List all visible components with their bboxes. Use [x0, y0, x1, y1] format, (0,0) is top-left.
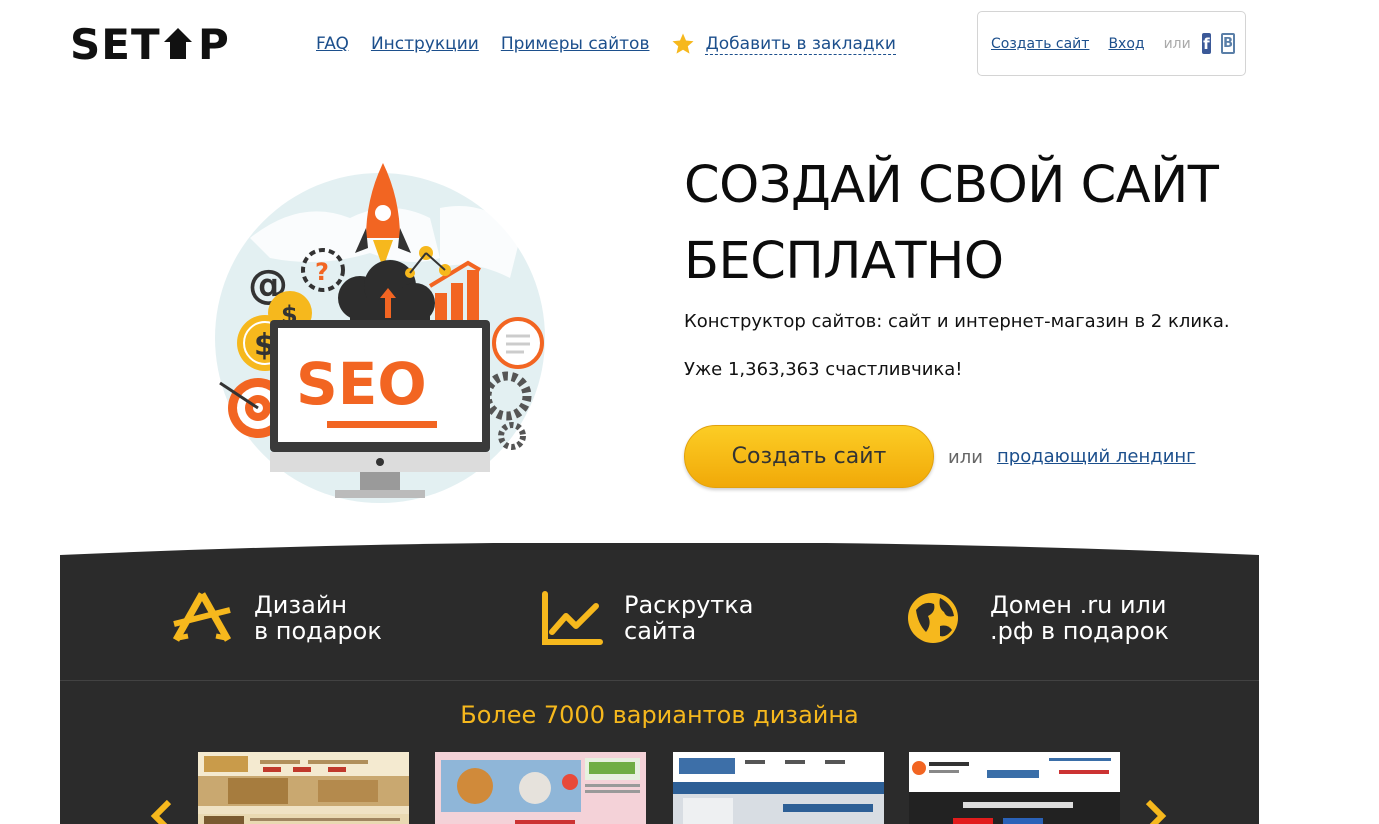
vk-icon[interactable]: B: [1221, 33, 1235, 54]
globe-icon: [908, 593, 958, 643]
design-tools-icon: [172, 592, 232, 642]
header-create-site-link[interactable]: Создать сайт: [991, 36, 1089, 52]
hero-title: СОЗДАЙ СВОЙ САЙТ БЕСПЛАТНО: [684, 148, 1219, 300]
design-thumbnail[interactable]: [673, 752, 884, 824]
hero-subtitle: Конструктор сайтов: сайт и интернет-мага…: [684, 311, 1230, 332]
feature-domain-label: Домен .ru или .рф в подарок: [990, 591, 1169, 645]
design-thumbnail[interactable]: [198, 752, 409, 824]
design-thumbnail[interactable]: [435, 752, 646, 824]
seo-text: SEO: [296, 350, 427, 418]
hero-counter: Уже 1,363,363 счастливчика!: [684, 359, 963, 380]
auth-or-label: или: [1163, 35, 1191, 52]
nav-faq[interactable]: FAQ: [316, 34, 349, 54]
create-site-button[interactable]: Создать сайт: [684, 425, 934, 488]
nav-examples[interactable]: Примеры сайтов: [501, 34, 650, 54]
feature-promotion: Раскрутка сайта: [540, 590, 754, 646]
feature-design-label: Дизайн в подарок: [254, 591, 382, 645]
seo-illustration: ? @ $ $ SEO: [215, 163, 545, 503]
feature-promotion-label: Раскрутка сайта: [624, 591, 754, 645]
carousel-prev-icon[interactable]: [147, 800, 177, 824]
svg-text:?: ?: [315, 258, 329, 286]
login-link[interactable]: Вход: [1108, 36, 1144, 52]
design-thumbnail[interactable]: [909, 752, 1120, 824]
bookmark-link[interactable]: Добавить в закладки: [705, 34, 896, 55]
svg-text:P: P: [198, 22, 231, 64]
carousel-next-icon[interactable]: [1140, 800, 1170, 824]
svg-text:SET: SET: [70, 22, 161, 64]
feature-domain: Домен .ru или .рф в подарок: [906, 590, 1169, 646]
panel-divider: [60, 680, 1259, 681]
main-nav: FAQ Инструкции Примеры сайтов Добавить в…: [316, 32, 896, 56]
setup-logo-icon: SET P: [70, 22, 231, 64]
star-icon: [672, 33, 694, 54]
facebook-icon[interactable]: f: [1201, 33, 1212, 54]
hero-title-line1: СОЗДАЙ СВОЙ САЙТ: [684, 156, 1219, 215]
nav-instructions[interactable]: Инструкции: [371, 34, 479, 54]
designs-title: Более 7000 вариантов дизайна: [460, 701, 859, 729]
landing-link[interactable]: продающий лендинг: [997, 446, 1196, 467]
hero-title-line2: БЕСПЛАТНО: [684, 232, 1004, 291]
logo[interactable]: SET P: [70, 22, 264, 64]
feature-design: Дизайн в подарок: [170, 590, 382, 646]
bookmark-group: Добавить в закладки: [671, 32, 896, 56]
auth-box: Создать сайт Вход или f B: [977, 11, 1246, 76]
growth-chart-icon: [542, 591, 603, 645]
page: SET P FAQ Инструкции Примеры сайтов Доба…: [0, 0, 1379, 824]
cta-or-label: или: [948, 447, 983, 468]
